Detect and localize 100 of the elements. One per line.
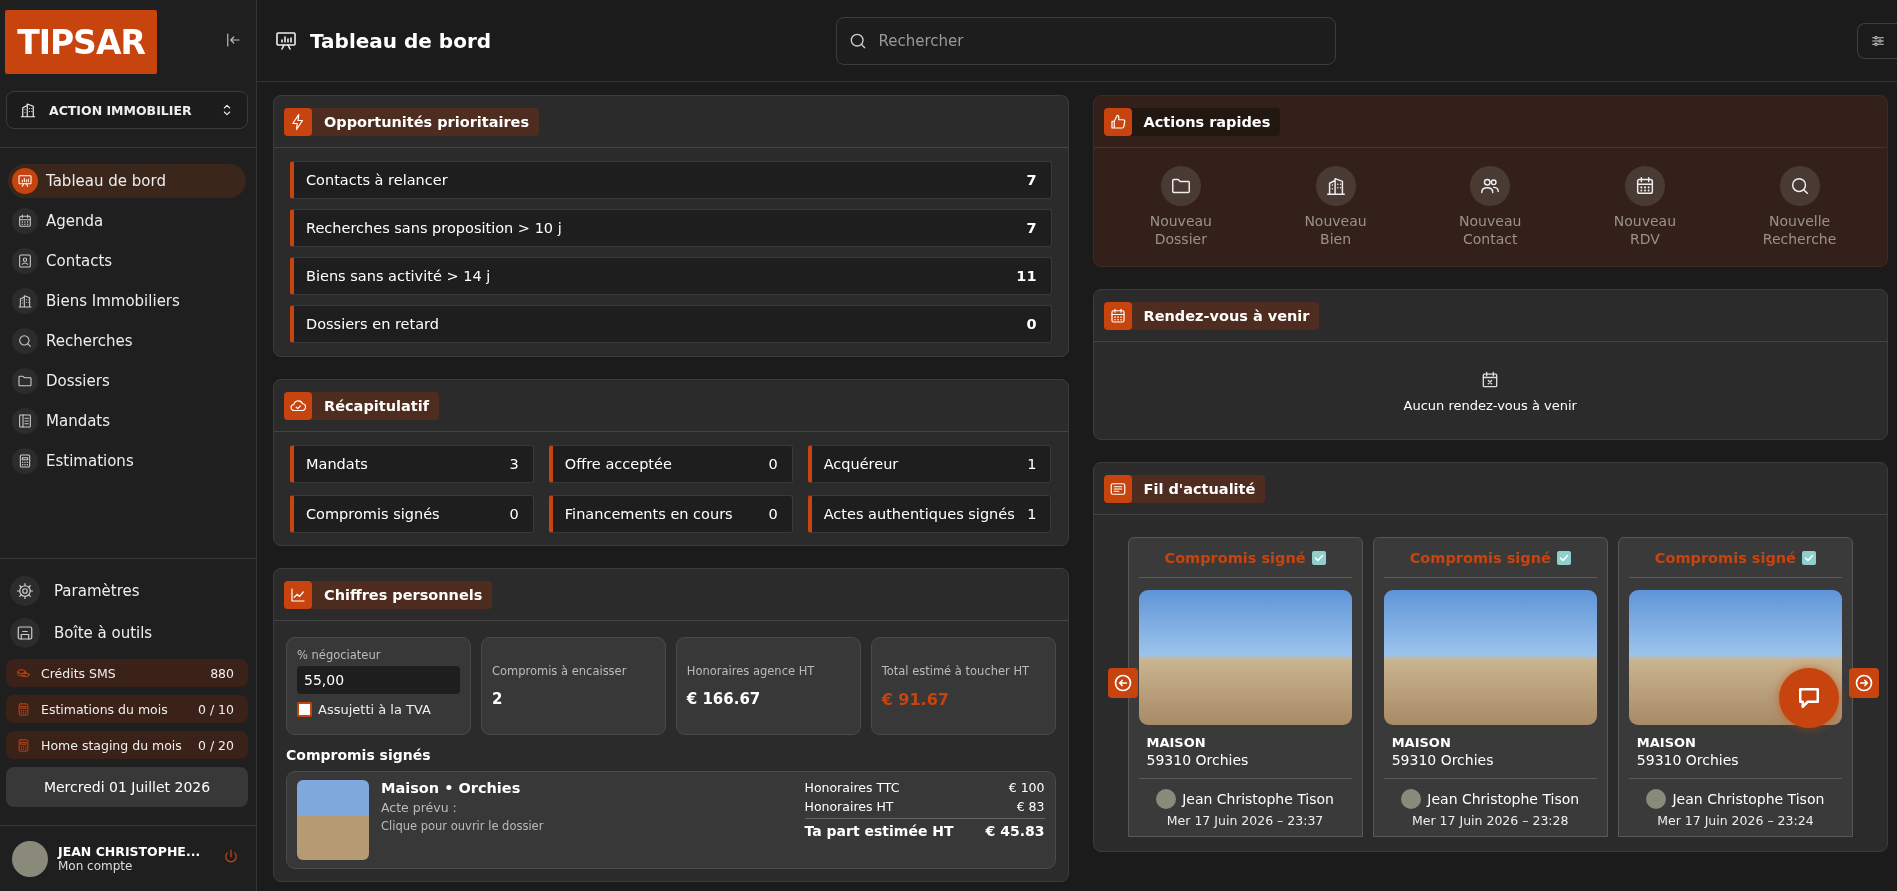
quick-action-button[interactable]: Nouveau Contact <box>1425 166 1556 249</box>
arrow-right-circle-icon <box>1854 673 1874 694</box>
news-status: Compromis signé <box>1409 549 1551 566</box>
nav-item[interactable]: Estimations <box>8 444 246 478</box>
summary-label: Acquéreur <box>823 456 900 472</box>
section-title: Fil d'actualité <box>1142 481 1257 498</box>
current-date: Mercredi 01 Juillet 2026 <box>6 767 248 807</box>
summary-row[interactable]: Compromis signés 0 <box>290 495 534 533</box>
folder-icon <box>1160 166 1201 206</box>
arrow-left-circle-icon <box>1112 673 1133 694</box>
section-title: Rendez-vous à venir <box>1142 308 1311 325</box>
sidebar-link[interactable]: Boîte à outils <box>0 613 256 653</box>
news-date: Mer 17 Juin 2026 – 23:37 <box>1166 813 1324 829</box>
checkbox[interactable] <box>297 702 312 717</box>
opportunity-row[interactable]: Dossiers en retard 0 <box>290 305 1052 343</box>
deal-title: Maison • Orchies <box>381 780 522 796</box>
news-card[interactable]: Compromis signé MAISON 59310 Orchies Jean Christophe Tison Mer 17 Juin 2026 – 23:28 <box>1372 537 1608 838</box>
nav-item[interactable]: Contacts <box>8 244 246 278</box>
summary-row[interactable]: Mandats 3 <box>290 445 534 483</box>
summary-row[interactable]: Acquéreur 1 <box>807 445 1052 483</box>
search-field[interactable]: Rechercher <box>835 16 1336 65</box>
filter-button[interactable] <box>1857 22 1897 59</box>
gear-icon <box>10 576 40 606</box>
search-icon <box>1779 166 1820 206</box>
calculator-icon <box>16 701 31 717</box>
news-date: Mer 17 Juin 2026 – 23:24 <box>1657 813 1814 829</box>
account-link[interactable]: Mon compte <box>58 859 212 873</box>
nav-item[interactable]: Mandats <box>8 404 246 438</box>
avatar <box>1156 789 1177 810</box>
users-icon <box>1470 166 1511 206</box>
summary-count: 1 <box>1027 506 1037 522</box>
opportunity-row[interactable]: Biens sans activité > 14 j 11 <box>290 257 1052 295</box>
section-title: Chiffres personnels <box>323 587 484 603</box>
opportunity-row[interactable]: Recherches sans proposition > 10 j 7 <box>290 209 1052 247</box>
author-name: Jean Christophe Tison <box>1672 791 1825 808</box>
quick-action-button[interactable]: Nouveau Bien <box>1270 166 1401 249</box>
summary-count: 1 <box>1027 456 1037 472</box>
quick-action-button[interactable]: Nouveau Dossier <box>1115 166 1246 249</box>
line-chart-icon <box>284 581 312 609</box>
logo[interactable]: TIPSAR <box>5 10 157 74</box>
quick-action-button[interactable]: Nouvelle Recherche <box>1734 166 1865 249</box>
newspaper-icon <box>1103 475 1132 504</box>
next-button[interactable] <box>1849 668 1879 699</box>
avatar <box>12 840 48 877</box>
property-type: MAISON <box>1146 735 1207 751</box>
section-title: Récapitulatif <box>323 398 431 414</box>
empty-message: Aucun rendez-vous à venir <box>1403 398 1577 414</box>
user-name: JEAN CHRISTOPHE... <box>58 844 202 859</box>
stat-value: € 91.67 <box>881 689 950 709</box>
summary-row[interactable]: Offre acceptée 0 <box>548 445 793 483</box>
opportunity-count: 7 <box>1026 220 1037 236</box>
summary-row[interactable]: Actes authentiques signés 1 <box>807 495 1052 533</box>
nav-item[interactable]: Tableau de bord <box>8 164 246 198</box>
opportunity-count: 7 <box>1026 172 1037 188</box>
property-type: MAISON <box>1391 735 1452 751</box>
nav-item[interactable]: Agenda <box>8 204 246 238</box>
quick-action-button[interactable]: Nouveau RDV <box>1579 166 1710 249</box>
summary-label: Offre acceptée <box>564 456 673 472</box>
counter-value: 880 <box>210 665 234 681</box>
stat-label: Compromis à encaisser <box>491 664 628 678</box>
building-icon <box>12 288 38 314</box>
document-icon <box>12 408 38 434</box>
collapse-icon <box>224 31 242 49</box>
cloud-check-icon <box>284 392 312 420</box>
deal-hint: Clique pour ouvrir le dossier <box>381 819 545 833</box>
fee-label: Honoraires HT <box>804 799 894 814</box>
news-card[interactable]: Compromis signé MAISON 59310 Orchies Jean Christophe Tison Mer 17 Juin 2026 – 23:37 <box>1127 537 1363 838</box>
section-title: Actions rapides <box>1142 114 1272 130</box>
summary-label: Financements en cours <box>564 506 734 522</box>
calculator-icon <box>16 737 31 753</box>
counter-value: 0 / 20 <box>197 737 234 753</box>
property-location: 59310 Orchies <box>1391 752 1495 769</box>
counter-label: Estimations du mois <box>41 701 169 717</box>
negotiator-input[interactable]: 55,00 <box>297 666 460 694</box>
summary-count: 0 <box>509 506 519 522</box>
building-icon <box>1315 166 1356 206</box>
checkmark-icon <box>1311 550 1326 565</box>
nav-item[interactable]: Biens Immobiliers <box>8 284 246 318</box>
opportunity-label: Recherches sans proposition > 10 j <box>306 220 563 236</box>
deal-act-label: Acte prévu : <box>381 800 458 815</box>
subsection-title: Compromis signés <box>286 747 432 763</box>
thumbs-up-icon <box>1103 108 1132 136</box>
agency-selector[interactable]: ACTION IMMOBILIER <box>6 91 248 129</box>
counter-label: Home staging du mois <box>41 737 183 753</box>
opportunity-label: Biens sans activité > 14 j <box>306 268 492 284</box>
summary-count: 0 <box>768 506 778 522</box>
signed-deal-card[interactable]: Maison • Orchies Acte prévu : Clique pour ouvrir le dossier Honoraires TTC € 100 Honoraires HT € 83 Ta part estimée HT € 45.83 <box>286 771 1056 869</box>
calendar-icon <box>1624 166 1665 206</box>
building-icon <box>19 101 37 119</box>
page-title: Tableau de bord <box>310 28 492 53</box>
checkmark-icon <box>1556 550 1571 565</box>
search-icon <box>12 328 38 354</box>
previous-button[interactable] <box>1107 668 1138 699</box>
summary-label: Mandats <box>306 456 369 472</box>
nav-item[interactable]: Recherches <box>8 324 246 358</box>
summary-row[interactable]: Financements en cours 0 <box>548 495 793 533</box>
news-card[interactable]: Compromis signé MAISON 59310 Orchies Jean Christophe Tison Mer 17 Juin 2026 – 23:24 <box>1617 537 1853 838</box>
opportunity-row[interactable]: Contacts à relancer 7 <box>290 161 1052 199</box>
nav-item[interactable]: Dossiers <box>8 364 246 398</box>
sidebar-link[interactable]: Paramètres <box>0 571 256 611</box>
